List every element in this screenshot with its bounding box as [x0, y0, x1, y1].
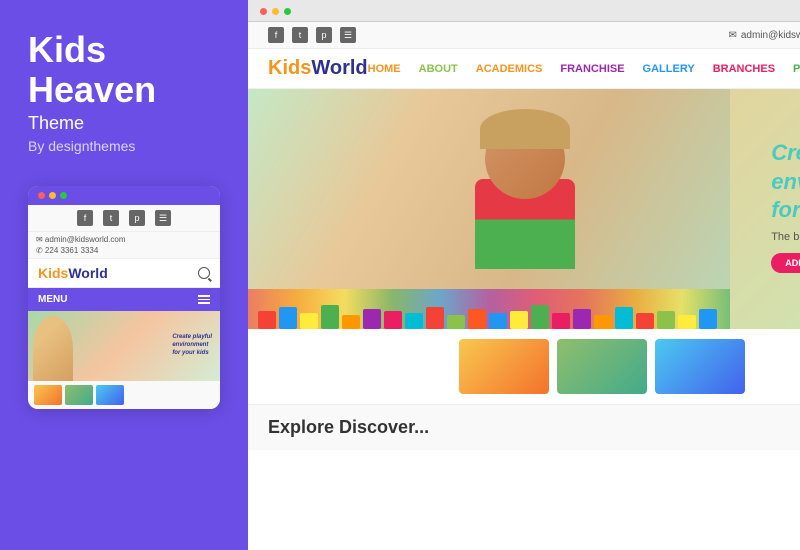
browser-dot-red [260, 8, 267, 15]
mobile-thumb-2 [65, 385, 93, 405]
mobile-thumb-3 [96, 385, 124, 405]
mobile-logo: KidsWorld [38, 265, 108, 281]
site-instagram-icon[interactable]: ☰ [340, 27, 356, 43]
hero-child-photo [248, 89, 730, 329]
mobile-search-icon[interactable] [198, 267, 210, 279]
mobile-preview: f t p ☰ ✉ admin@kidsworld.com ✆ 224 3361… [28, 186, 220, 409]
mobile-thumbnail-row [28, 381, 220, 409]
mobile-header: KidsWorld [28, 259, 220, 288]
thumbnail-row [248, 329, 800, 404]
mobile-browser-bar [28, 186, 220, 205]
site-top-bar: f t p ☰ ✉ admin@kidsworld.com ✆ 224 3361… [248, 22, 800, 49]
site-hero: Create playful environment for your kids… [248, 89, 800, 329]
desktop-preview: f t p ☰ ✉ admin@kidsworld.com ✆ 224 3361… [248, 22, 800, 550]
site-email-contact: ✉ admin@kidsworld.com [728, 30, 800, 41]
twitter-icon: t [103, 210, 119, 226]
site-logo: KidsWorld [268, 57, 368, 80]
hamburger-icon[interactable] [198, 295, 210, 304]
nav-gallery[interactable]: GALLERY [643, 63, 695, 75]
mobile-hero: Create playful environment for your kids [28, 311, 220, 381]
site-email-text: admin@kidsworld.com [741, 30, 800, 41]
dot-green [60, 192, 67, 199]
hero-overlay-text: Create playful environment for your kids… [771, 139, 800, 273]
mobile-hero-text: Create playful environment for your kids [172, 334, 212, 357]
hero-line2: environment [771, 168, 800, 197]
nav-parents[interactable]: PARENTS [793, 63, 800, 75]
nav-branches[interactable]: BRANCHES [713, 63, 775, 75]
dot-yellow [49, 192, 56, 199]
mobile-phone: ✆ 224 3361 3334 [36, 246, 212, 255]
facebook-icon: f [77, 210, 93, 226]
nav-home[interactable]: HOME [368, 63, 401, 75]
right-panel: f t p ☰ ✉ admin@kidsworld.com ✆ 224 3361… [248, 0, 800, 550]
site-twitter-icon[interactable]: t [292, 27, 308, 43]
mobile-thumb-1 [34, 385, 62, 405]
site-contact-info: ✉ admin@kidsworld.com ✆ 224 3361 3334 [728, 30, 800, 41]
left-panel: Kids Heaven Theme By designthemes f t p … [0, 0, 248, 550]
theme-title: Kids Heaven [28, 30, 220, 109]
mobile-menu-label: MENU [38, 294, 67, 305]
thumbnail-2[interactable] [557, 339, 647, 394]
nav-links: HOME ABOUT ACADEMICS FRANCHISE GALLERY B… [368, 63, 800, 75]
bottom-heading: Explore Discover... [268, 417, 800, 438]
mobile-child-image [33, 316, 73, 381]
dot-red [38, 192, 45, 199]
theme-by: By designthemes [28, 138, 220, 154]
instagram-icon: ☰ [155, 210, 171, 226]
site-nav: KidsWorld HOME ABOUT ACADEMICS FRANCHISE… [248, 49, 800, 89]
site-social-icons: f t p ☰ [268, 27, 356, 43]
nav-about[interactable]: ABOUT [419, 63, 458, 75]
mobile-contact-bar: ✉ admin@kidsworld.com ✆ 224 3361 3334 [28, 232, 220, 259]
email-icon: ✉ [728, 30, 736, 41]
site-facebook-icon[interactable]: f [268, 27, 284, 43]
admissions-button[interactable]: ADMISSIONS [771, 253, 800, 273]
hero-line3: for your kids [771, 196, 800, 225]
thumbnail-3[interactable] [655, 339, 745, 394]
mobile-menu-bar[interactable]: MENU [28, 288, 220, 311]
nav-academics[interactable]: ACADEMICS [476, 63, 543, 75]
hero-subtext: The best school for your kids [771, 231, 800, 243]
site-pinterest-icon[interactable]: p [316, 27, 332, 43]
hero-headline: Create playful environment for your kids [771, 139, 800, 225]
pinterest-icon: p [129, 210, 145, 226]
browser-dot-green [284, 8, 291, 15]
bottom-section: Explore Discover... [248, 404, 800, 450]
hero-line1: Create playful [771, 139, 800, 168]
theme-subtitle: Theme [28, 113, 220, 134]
mobile-social-bar: f t p ☰ [28, 205, 220, 232]
mobile-email: ✉ admin@kidsworld.com [36, 235, 212, 244]
nav-franchise[interactable]: FRANCHISE [560, 63, 624, 75]
thumbnail-1[interactable] [459, 339, 549, 394]
browser-dot-yellow [272, 8, 279, 15]
browser-chrome [248, 0, 800, 22]
